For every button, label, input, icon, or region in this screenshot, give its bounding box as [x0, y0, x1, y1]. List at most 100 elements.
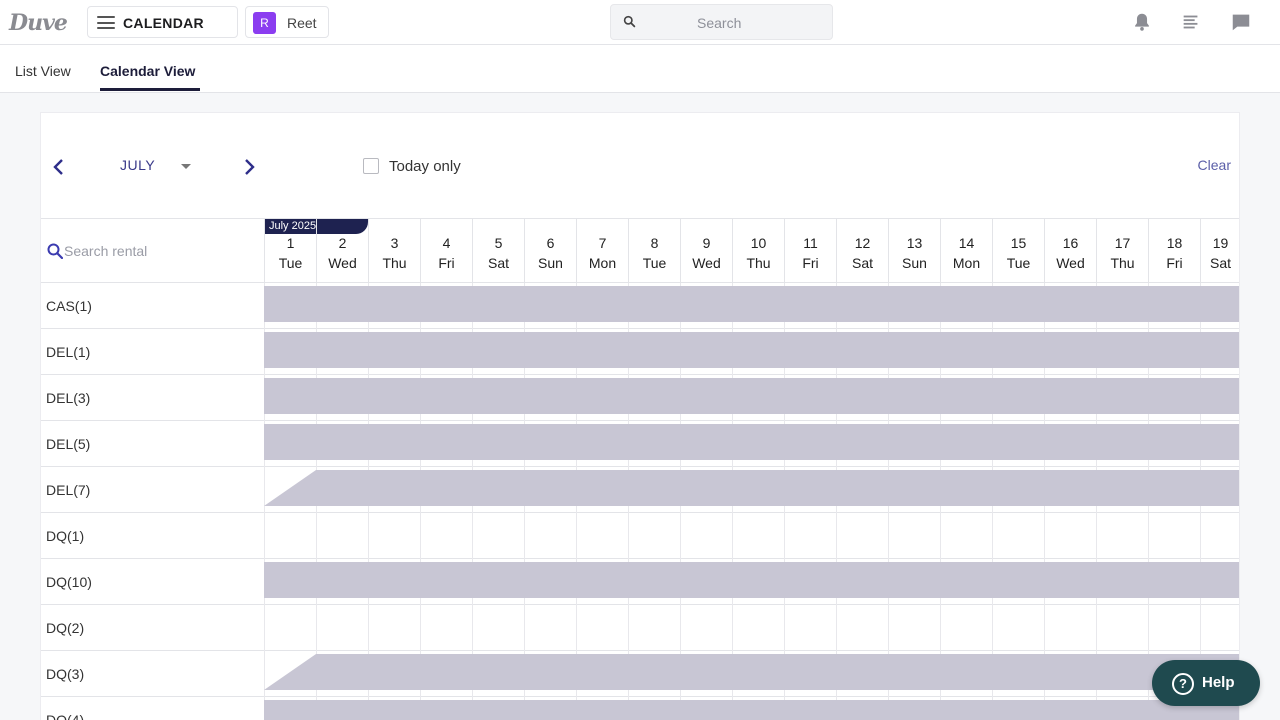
day-number: 18: [1166, 235, 1183, 251]
rental-day-cells[interactable]: [264, 421, 1239, 467]
rental-label[interactable]: CAS(1): [46, 298, 92, 314]
chevron-right-icon[interactable]: [239, 157, 259, 177]
rental-search: [47, 243, 247, 263]
rental-day-cells[interactable]: [264, 513, 1239, 559]
rental-day-cells[interactable]: [264, 605, 1239, 651]
chat-icon[interactable]: [1230, 11, 1252, 33]
day-number: 9: [702, 235, 711, 251]
rental-label[interactable]: DEL(1): [46, 344, 90, 360]
day-name: Thu: [382, 255, 407, 271]
rental-label[interactable]: DQ(4): [46, 712, 84, 720]
rental-label[interactable]: DEL(3): [46, 390, 90, 406]
hamburger-icon: [97, 16, 115, 29]
day-name: Wed: [328, 255, 357, 271]
clear-button[interactable]: Clear: [1198, 157, 1231, 173]
tab-list-view[interactable]: List View: [15, 63, 71, 79]
day-number: 2: [338, 235, 347, 251]
day-number: 11: [803, 235, 818, 251]
rental-row: CAS(1): [41, 283, 1239, 329]
day-number: 12: [854, 235, 871, 251]
month-dropdown[interactable]: JULY: [120, 155, 204, 177]
day-name: Wed: [692, 255, 721, 271]
rental-day-cells[interactable]: [264, 329, 1239, 375]
day-cell-divider: [368, 605, 369, 651]
today-only-checkbox[interactable]: [363, 158, 379, 174]
avatar: R: [253, 12, 276, 34]
day-cell-divider: [628, 513, 629, 559]
day-name: Sat: [1209, 255, 1231, 271]
rental-day-cells[interactable]: [264, 467, 1239, 513]
search-icon: [623, 15, 636, 28]
today-only-label: Today only: [389, 158, 461, 175]
duve-logo[interactable]: Duve: [9, 10, 68, 36]
top-bar: Duve CALENDAR R Reet Search: [0, 0, 1280, 45]
day-cell-divider: [992, 513, 993, 559]
search-icon: [47, 243, 63, 259]
day-number: 15: [1010, 235, 1027, 251]
day-number: 1: [286, 235, 295, 251]
booking-bar[interactable]: [264, 424, 1239, 460]
chevron-left-icon[interactable]: [49, 157, 69, 177]
day-name: Mon: [588, 255, 617, 271]
bell-icon[interactable]: [1131, 11, 1153, 33]
day-cell-divider: [264, 605, 265, 651]
day-cell-divider: [524, 605, 525, 651]
booking-bar[interactable]: [264, 332, 1239, 368]
booking-bar[interactable]: [264, 378, 1239, 414]
account-name: Reet: [287, 15, 317, 31]
day-column-header: 3 Thu: [368, 219, 420, 283]
day-column-header: 16 Wed: [1044, 219, 1096, 283]
day-cell-divider: [472, 605, 473, 651]
rental-label[interactable]: DEL(7): [46, 482, 90, 498]
day-cell-divider: [420, 513, 421, 559]
day-cell-divider: [316, 605, 317, 651]
account-switcher[interactable]: R Reet: [245, 6, 329, 38]
active-tab-indicator: [100, 88, 200, 91]
day-cell-divider: [524, 513, 525, 559]
day-number: 10: [750, 235, 767, 251]
day-cell-divider: [1200, 605, 1201, 651]
day-column-header: 14 Mon: [940, 219, 992, 283]
rental-row: DQ(10): [41, 559, 1239, 605]
day-name: Sat: [487, 255, 509, 271]
global-search-input[interactable]: Search: [610, 4, 833, 40]
day-name: Sun: [902, 255, 927, 271]
booking-bar[interactable]: [264, 654, 1239, 690]
day-number: 14: [958, 235, 975, 251]
rental-label[interactable]: DQ(1): [46, 528, 84, 544]
rental-label[interactable]: DQ(3): [46, 666, 84, 682]
day-name: Thu: [746, 255, 771, 271]
day-column-header: 1 Tue: [264, 219, 316, 283]
day-name: Fri: [438, 255, 455, 271]
day-name: Sun: [538, 255, 563, 271]
day-column-header: 17 Thu: [1096, 219, 1148, 283]
rental-day-cells[interactable]: [264, 559, 1239, 605]
notes-icon[interactable]: [1180, 11, 1202, 33]
rental-label[interactable]: DQ(2): [46, 620, 84, 636]
day-cell-divider: [836, 605, 837, 651]
main-menu-button[interactable]: CALENDAR: [87, 6, 238, 38]
day-column-header: 9 Wed: [680, 219, 732, 283]
day-cell-divider: [732, 513, 733, 559]
booking-bar[interactable]: [264, 286, 1239, 322]
rental-day-cells[interactable]: [264, 697, 1239, 720]
tab-calendar-view[interactable]: Calendar View: [100, 63, 195, 79]
day-cell-divider: [784, 605, 785, 651]
rental-day-cells[interactable]: [264, 651, 1239, 697]
booking-bar[interactable]: [264, 470, 1239, 506]
rental-row: DQ(1): [41, 513, 1239, 559]
booking-bar[interactable]: [264, 700, 1239, 720]
day-name: Sat: [851, 255, 873, 271]
rental-day-cells[interactable]: [264, 375, 1239, 421]
booking-bar[interactable]: [264, 562, 1239, 598]
rental-row: DQ(3): [41, 651, 1239, 697]
day-column-header: 12 Sat: [836, 219, 888, 283]
rental-day-cells[interactable]: [264, 283, 1239, 329]
day-name: Fri: [1166, 255, 1183, 271]
rental-label[interactable]: DEL(5): [46, 436, 90, 452]
rental-label[interactable]: DQ(10): [46, 574, 92, 590]
day-column-header: 18 Fri: [1148, 219, 1200, 283]
help-button[interactable]: ? Help: [1152, 660, 1260, 706]
day-name: Fri: [802, 255, 819, 271]
rental-search-input[interactable]: [64, 243, 234, 259]
